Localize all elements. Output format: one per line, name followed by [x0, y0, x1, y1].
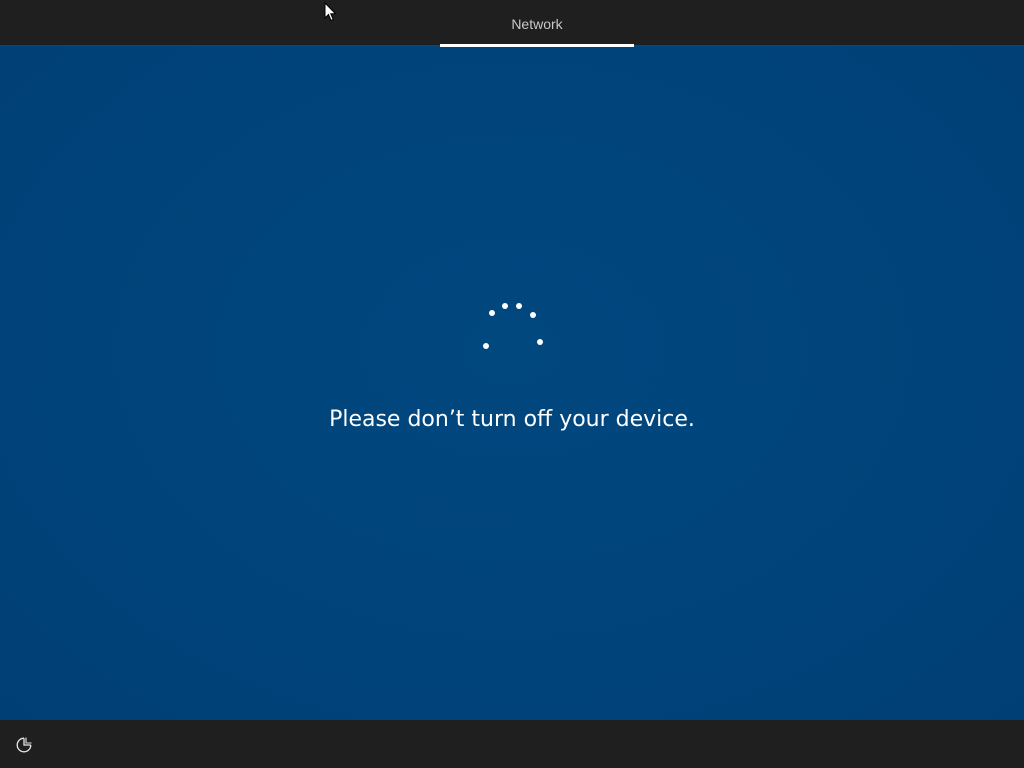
top-progress-bar: Network: [0, 0, 1024, 47]
main-content: [0, 47, 1024, 720]
mouse-pointer-icon: [324, 2, 337, 22]
step-network: Network: [440, 0, 634, 47]
ease-of-access-icon: [16, 737, 32, 753]
loading-spinner: [480, 300, 546, 352]
spinner-dot: [537, 339, 543, 345]
spinner-dot: [516, 303, 522, 309]
oobe-screen: Network Please don’t turn off your devic…: [0, 0, 1024, 768]
spinner-dot: [502, 303, 508, 309]
spinner-dot: [530, 312, 536, 318]
status-message: Please don’t turn off your device.: [329, 407, 695, 432]
step-network-label: Network: [511, 16, 563, 32]
ease-of-access-button[interactable]: [12, 733, 36, 757]
spinner-dot: [483, 343, 489, 349]
bottom-bar: [0, 720, 1024, 768]
spinner-dot: [489, 310, 495, 316]
